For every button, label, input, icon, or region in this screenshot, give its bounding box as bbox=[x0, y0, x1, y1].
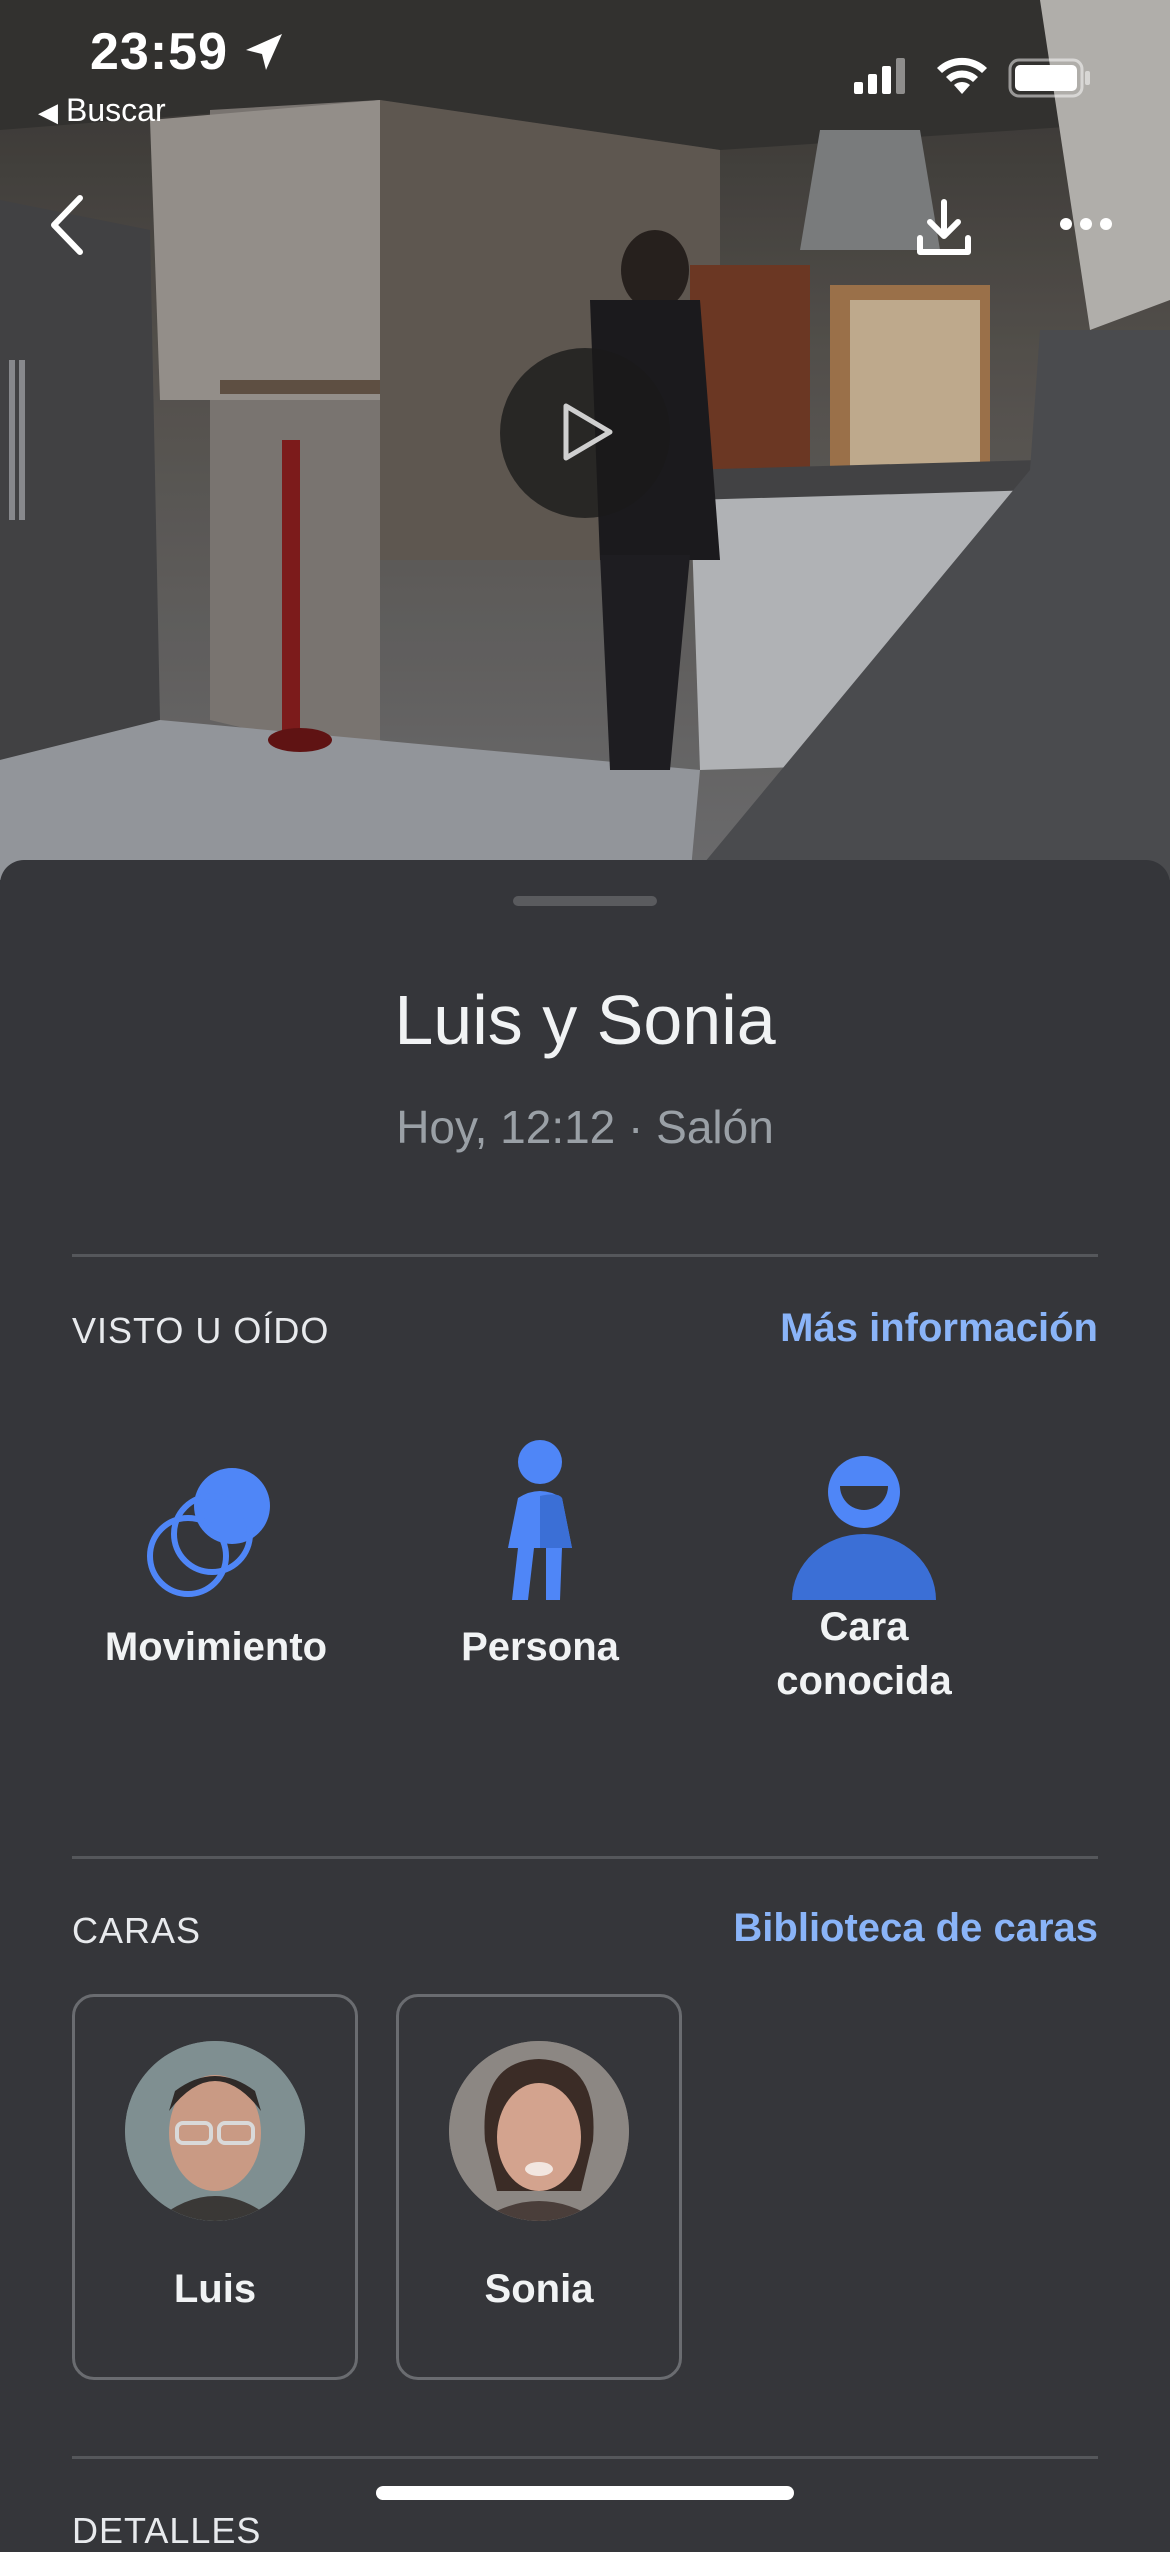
sheet-drag-handle[interactable] bbox=[513, 896, 657, 906]
download-icon[interactable] bbox=[912, 196, 976, 260]
motion-label: Movimiento bbox=[104, 1625, 328, 1669]
divider bbox=[72, 1254, 1098, 1257]
event-subtitle: Hoy, 12:12 · Salón bbox=[396, 1101, 774, 1153]
face-library-link[interactable]: Biblioteca de caras bbox=[733, 1906, 1098, 1951]
person-label: Persona bbox=[461, 1625, 619, 1669]
status-bar: 23:59 ◀ Buscar bbox=[0, 0, 1170, 140]
details-label: DETALLES bbox=[72, 2510, 262, 2551]
cellular-signal-icon bbox=[854, 58, 905, 94]
face-card-luis[interactable]: Luis bbox=[72, 1994, 358, 2380]
avatar bbox=[125, 2041, 305, 2221]
status-time: 23:59 bbox=[90, 23, 228, 81]
play-icon bbox=[563, 403, 613, 461]
divider bbox=[72, 2456, 1098, 2459]
face-photo-luis bbox=[125, 2041, 305, 2221]
face-card-sonia[interactable]: Sonia bbox=[396, 1994, 682, 2380]
divider bbox=[72, 1856, 1098, 1859]
battery-icon bbox=[1008, 58, 1090, 98]
back-app-label: Buscar bbox=[66, 92, 166, 128]
familiar-face-label-line1: Cara bbox=[819, 1605, 909, 1649]
wifi-icon bbox=[937, 57, 987, 94]
familiar-face-icon bbox=[792, 1456, 936, 1600]
event-type-person: Persona bbox=[390, 1440, 690, 1674]
more-info-link[interactable]: Más información bbox=[780, 1306, 1098, 1351]
camera-clip-video[interactable]: 23:59 ◀ Buscar bbox=[0, 0, 1170, 880]
seen-heard-label: VISTO U OÍDO bbox=[72, 1310, 330, 1351]
person-icon bbox=[508, 1440, 572, 1600]
face-name: Luis bbox=[173, 2267, 257, 2311]
event-type-familiar-face: Cara conocida bbox=[714, 1440, 1014, 1708]
back-triangle-icon: ◀ bbox=[38, 97, 58, 127]
face-name: Sonia bbox=[484, 2267, 594, 2311]
home-indicator[interactable] bbox=[376, 2486, 794, 2500]
more-horizontal-icon[interactable] bbox=[1058, 212, 1114, 236]
familiar-face-label-line2: conocida bbox=[776, 1659, 952, 1703]
avatar bbox=[449, 2041, 629, 2221]
face-photo-sonia bbox=[449, 2041, 629, 2221]
play-button[interactable] bbox=[500, 348, 670, 518]
chevron-left-icon[interactable] bbox=[44, 190, 94, 260]
event-title: Luis y Sonia bbox=[394, 981, 776, 1059]
event-type-motion: Movimiento bbox=[66, 1440, 366, 1674]
motion-icon bbox=[147, 1468, 270, 1597]
back-to-app-link[interactable]: ◀ Buscar bbox=[38, 92, 166, 129]
faces-label: CARAS bbox=[72, 1910, 202, 1951]
location-arrow-icon bbox=[246, 34, 282, 70]
